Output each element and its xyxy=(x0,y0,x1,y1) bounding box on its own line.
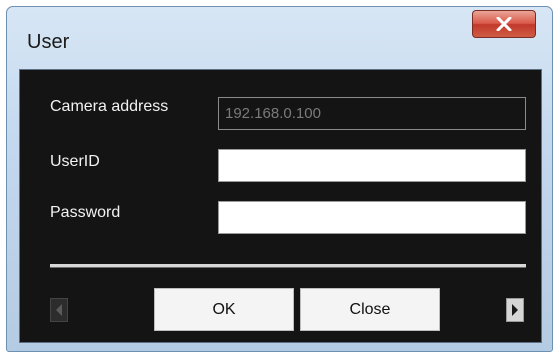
prev-button[interactable] xyxy=(50,298,68,322)
title-bar[interactable]: User xyxy=(7,7,552,69)
camera-address-label: Camera address xyxy=(50,98,169,115)
ok-button[interactable]: OK xyxy=(154,288,294,331)
dialog-body: Camera address UserID Password OK Close xyxy=(19,69,542,343)
userid-input[interactable] xyxy=(218,149,526,182)
camera-address-field xyxy=(218,97,526,130)
password-label: Password xyxy=(50,204,121,221)
userid-label: UserID xyxy=(50,153,100,170)
password-input[interactable] xyxy=(218,201,526,234)
arrow-left-icon xyxy=(56,304,62,316)
arrow-right-icon xyxy=(512,304,518,316)
next-button[interactable] xyxy=(506,298,524,322)
user-dialog-window: User Camera address UserID Password OK C… xyxy=(6,6,553,352)
separator-line xyxy=(50,264,526,268)
close-icon xyxy=(496,17,512,31)
close-button[interactable]: Close xyxy=(300,288,440,331)
window-title: User xyxy=(27,31,70,53)
window-close-button[interactable] xyxy=(472,10,536,38)
